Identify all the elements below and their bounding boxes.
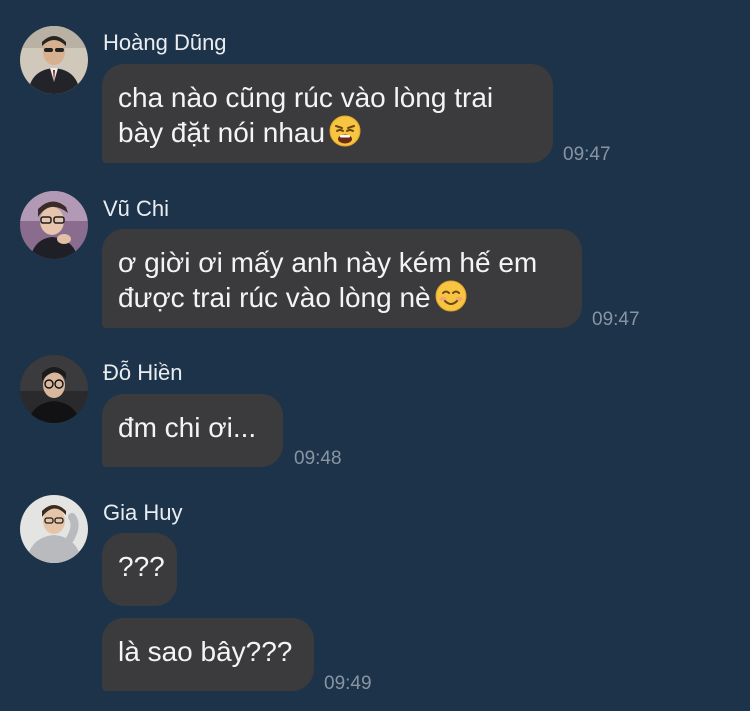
message-bubble[interactable]: ??? [102, 533, 177, 606]
message-timestamp: 09:48 [294, 448, 342, 469]
message-bubble[interactable]: ơ giời ơi mấy anh này kém hế em được tra… [102, 229, 582, 328]
message-text: được trai rúc vào lòng nè [118, 282, 431, 313]
avatar-gia-huy[interactable] [20, 495, 88, 563]
sender-name: Đỗ Hiền [103, 360, 183, 385]
weary-face-emoji-icon [329, 115, 361, 147]
message-text-line: được trai rúc vào lòng nè [118, 280, 564, 315]
sender-name: Vũ Chi [103, 196, 170, 221]
smiling-face-emoji-icon [435, 280, 467, 312]
message-bubble[interactable]: là sao bây??? [102, 618, 314, 691]
avatar-vu-chi[interactable] [20, 191, 88, 259]
message-text-line: ơ giời ơi mấy anh này kém hế em [118, 247, 538, 278]
sender-name: Hoàng Dũng [103, 30, 227, 55]
avatar-hoang-dung[interactable] [20, 26, 88, 94]
message-text-line: bày đặt nói nhau [118, 115, 535, 150]
message-bubble[interactable]: đm chi ơi... [102, 394, 283, 467]
profile-photo-icon [20, 495, 88, 563]
profile-photo-icon [20, 26, 88, 94]
message-timestamp: 09:49 [324, 673, 372, 694]
avatar-do-hien[interactable] [20, 355, 88, 423]
profile-photo-icon [20, 191, 88, 259]
message-text: ??? [118, 551, 165, 582]
message-bubble[interactable]: cha nào cũng rúc vào lòng trai bày đặt n… [102, 64, 553, 163]
profile-photo-icon [20, 355, 88, 423]
sender-name: Gia Huy [103, 500, 183, 525]
message-text-line: cha nào cũng rúc vào lòng trai [118, 82, 494, 113]
message-text: bày đặt nói nhau [118, 117, 326, 148]
message-timestamp: 09:47 [563, 144, 611, 165]
message-text: là sao bây??? [118, 636, 293, 667]
message-timestamp: 09:47 [592, 309, 640, 330]
message-text: đm chi ơi... [118, 412, 257, 443]
